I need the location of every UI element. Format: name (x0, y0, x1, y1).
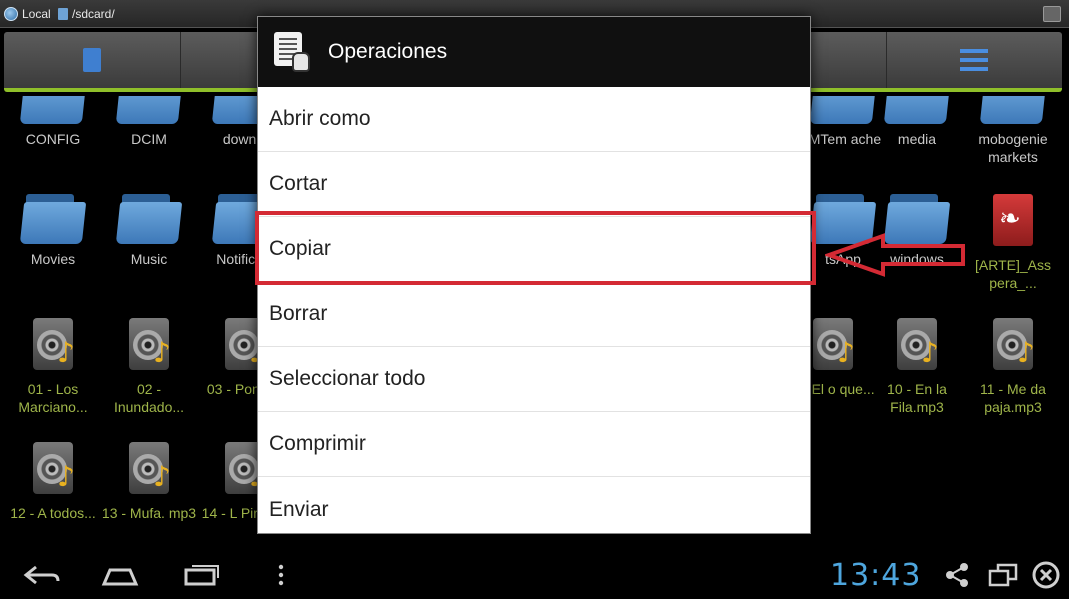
file-label: 02 - Inundado... (113, 381, 185, 415)
folder-item[interactable]: Movies (5, 194, 101, 268)
music-file-item[interactable]: ♪ 11 - Me da paja.mp3 (965, 318, 1061, 416)
menu-item-seleccionar-todo[interactable]: Seleccionar todo (258, 347, 810, 412)
recent-apps-icon (184, 565, 219, 586)
music-file-item[interactable]: ♪ 13 - Mufa. mp3 (101, 442, 197, 522)
menu-item-enviar[interactable]: Enviar (258, 477, 810, 542)
close-button[interactable] (1030, 560, 1062, 590)
folder-item[interactable]: media (869, 96, 965, 148)
music-file-icon: ♪ (27, 442, 79, 498)
share-button[interactable] (942, 560, 972, 590)
breadcrumb-local-label: Local (22, 7, 51, 21)
folder-icon (19, 96, 87, 124)
music-file-icon: ♪ (123, 442, 175, 498)
close-icon (1032, 561, 1060, 589)
dialog-title: Operaciones (328, 40, 448, 63)
music-file-icon: ♪ (27, 318, 79, 374)
operations-menu: Abrir como Cortar Copiar Borrar Seleccio… (258, 87, 810, 542)
breadcrumb-local[interactable]: Local (4, 5, 51, 23)
toolbar-doc-button[interactable] (4, 32, 181, 88)
file-label: DCIM (131, 131, 167, 147)
overflow-menu-icon (278, 564, 284, 586)
copiar-highlight-box (255, 211, 816, 285)
pdf-icon: ❧ (987, 194, 1039, 250)
status-clock: 13:43 (830, 558, 922, 593)
back-icon (23, 565, 60, 585)
file-label: 13 - Mufa. mp3 (101, 505, 197, 521)
music-file-item[interactable]: ♪ 02 - Inundado... (101, 318, 197, 416)
folder-icon (809, 96, 877, 124)
menu-item-abrir-como[interactable]: Abrir como (258, 87, 810, 152)
sdcard-icon (58, 8, 68, 20)
music-file-icon: ♪ (807, 318, 859, 374)
file-label: Music (130, 251, 168, 267)
music-file-item[interactable]: ♪ 10 - En la Fila.mp3 (869, 318, 965, 416)
window-icon[interactable] (1043, 6, 1061, 22)
breadcrumb-path-label: /sdcard/ (72, 7, 115, 21)
file-label: CONFIG (25, 131, 81, 147)
document-icon (82, 48, 101, 72)
file-label: 12 - A todos... (10, 505, 96, 521)
folder-item[interactable]: Music (101, 194, 197, 268)
music-file-item[interactable]: ♪ 01 - Los Marciano... (5, 318, 101, 416)
home-button[interactable] (98, 560, 142, 590)
dialog-header: Operaciones (258, 17, 810, 87)
music-file-icon: ♪ (891, 318, 943, 374)
recent-apps-button[interactable] (180, 560, 224, 590)
menu-item-borrar[interactable]: Borrar (258, 282, 810, 347)
home-icon (101, 568, 139, 586)
file-label: 01 - Los Marciano... (18, 381, 88, 415)
music-file-icon: ♪ (123, 318, 175, 374)
folder-icon (883, 96, 951, 124)
pdf-file-item[interactable]: ❧ [ARTE]_Ass pera_... (965, 194, 1061, 292)
music-file-item[interactable]: ♪ 12 - A todos... (5, 442, 101, 522)
share-icon (946, 563, 968, 587)
folder-icon (19, 194, 87, 244)
toolbar-list-button[interactable] (887, 32, 1063, 88)
back-button[interactable] (20, 560, 64, 590)
menu-item-comprimir[interactable]: Comprimir (258, 412, 810, 477)
document-operations-icon (274, 32, 310, 72)
file-label: media (897, 131, 937, 147)
file-label: Movies (30, 251, 76, 267)
file-label: 11 - Me da paja.mp3 (980, 381, 1046, 415)
folder-icon (115, 96, 183, 124)
file-label: 10 - En la Fila.mp3 (887, 381, 947, 415)
window-mode-icon (988, 563, 1018, 587)
overflow-menu-button[interactable] (270, 560, 292, 590)
folder-icon (115, 194, 183, 244)
file-label: mobogenie markets (978, 131, 1048, 165)
folder-item[interactable]: CONFIG (5, 96, 101, 148)
breadcrumb-path[interactable]: /sdcard/ (58, 5, 115, 23)
red-arrow-annotation (825, 233, 965, 277)
folder-icon (979, 96, 1047, 124)
music-file-icon: ♪ (987, 318, 1039, 374)
folder-item[interactable]: DCIM (101, 96, 197, 148)
window-mode-button[interactable] (986, 560, 1020, 590)
file-label: [ARTE]_Ass pera_... (975, 257, 1051, 291)
list-view-icon (960, 49, 989, 71)
menu-item-cortar[interactable]: Cortar (258, 152, 810, 217)
globe-icon (4, 7, 18, 21)
folder-item[interactable]: mobogenie markets (965, 96, 1061, 166)
